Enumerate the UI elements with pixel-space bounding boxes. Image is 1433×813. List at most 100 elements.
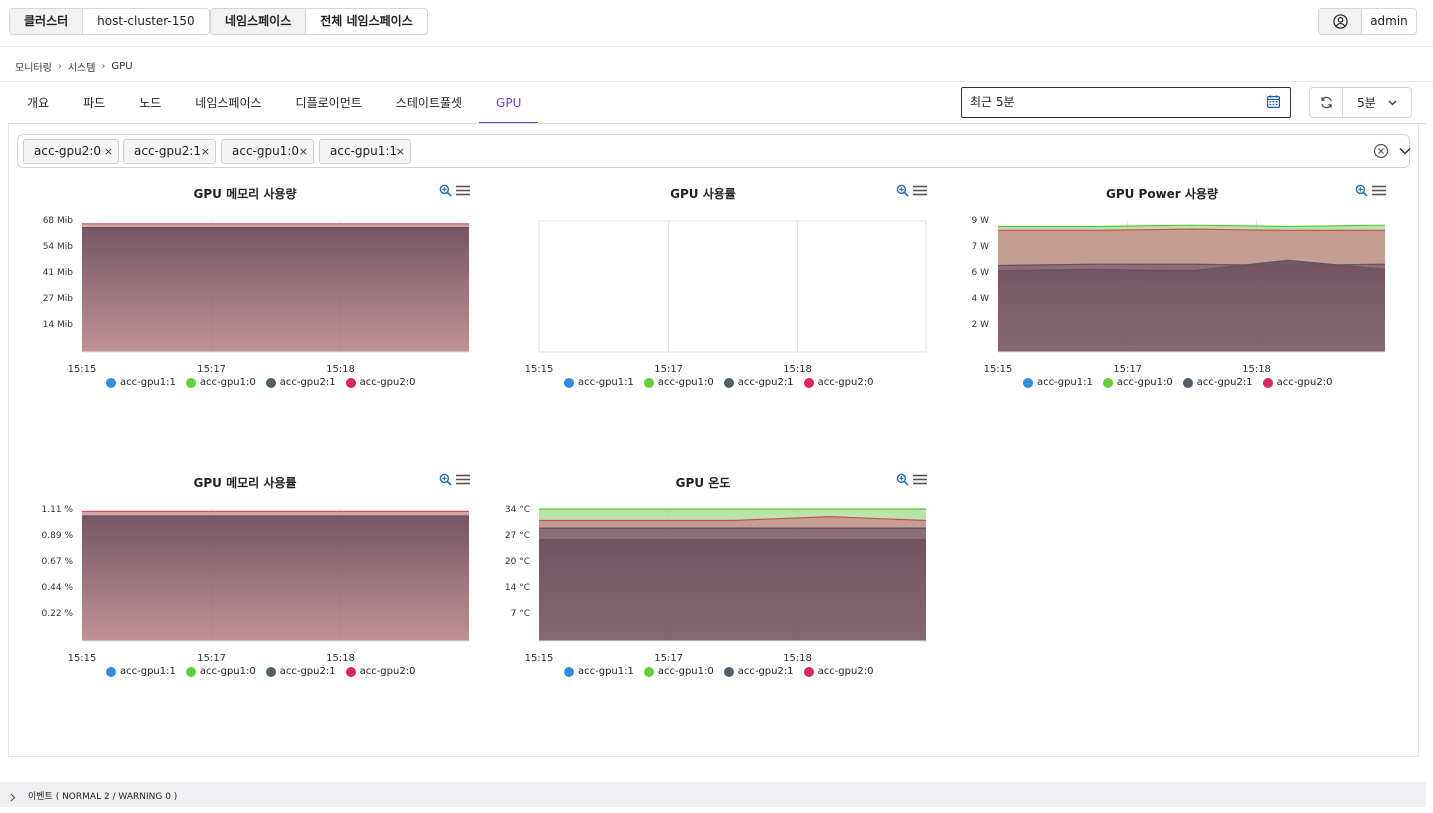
- legend-dot: [1102, 377, 1113, 388]
- legend-item[interactable]: acc-gpu2:0: [345, 377, 415, 388]
- tab-pod[interactable]: 파드: [66, 82, 122, 124]
- cluster-value[interactable]: host-cluster-150: [83, 9, 209, 34]
- legend-item[interactable]: acc-gpu2:1: [723, 377, 794, 388]
- legend-item[interactable]: acc-gpu2:0: [803, 666, 873, 677]
- x-tick-label: 15:15: [68, 364, 97, 375]
- legend-item[interactable]: acc-gpu1:1: [106, 666, 176, 677]
- y-tick-label: 0.67 %: [42, 557, 74, 567]
- legend-label: acc-gpu1:0: [199, 666, 256, 677]
- legend-label: acc-gpu2:1: [279, 666, 336, 677]
- user-name[interactable]: admin: [1362, 9, 1416, 34]
- x-tick-label: 15:15: [525, 653, 554, 664]
- legend-item[interactable]: acc-gpu1:0: [1102, 377, 1173, 388]
- gpu-filter-select[interactable]: acc-gpu2:0 × acc-gpu2:1 × acc-gpu1:0 × a…: [17, 134, 1412, 168]
- x-tick-label: 15:18: [783, 653, 812, 664]
- chart-legend: acc-gpu1:1 acc-gpu1:0 acc-gpu2:1 acc-gpu2:0: [564, 666, 873, 677]
- legend-item[interactable]: acc-gpu1:0: [643, 666, 714, 677]
- calendar-icon[interactable]: [1267, 95, 1280, 108]
- refresh-interval-value: 5분: [1357, 96, 1376, 110]
- legend-label: acc-gpu1:0: [1116, 377, 1173, 388]
- legend-item[interactable]: acc-gpu1:1: [106, 377, 176, 388]
- y-tick-label: 0.44 %: [42, 583, 74, 593]
- y-tick-label: 34 °C: [505, 505, 530, 515]
- x-tick-label: 15:17: [197, 364, 226, 375]
- cluster-selector[interactable]: 클러스터 host-cluster-150: [9, 8, 210, 35]
- legend-label: acc-gpu2:1: [279, 377, 336, 388]
- legend-item[interactable]: acc-gpu1:1: [564, 666, 634, 677]
- legend-item[interactable]: acc-gpu1:1: [1023, 377, 1093, 388]
- time-range-input[interactable]: 최근 5분: [961, 87, 1291, 118]
- legend-label: acc-gpu1:0: [199, 377, 256, 388]
- y-tick-label: 0.22 %: [42, 609, 74, 619]
- legend-dot: [265, 377, 276, 388]
- x-tick-label: 15:17: [197, 653, 226, 664]
- chevron-right-icon: ›: [57, 61, 62, 72]
- user-circle-icon[interactable]: [1319, 9, 1362, 34]
- legend-item[interactable]: acc-gpu2:0: [803, 377, 874, 388]
- legend-label: acc-gpu1:1: [1037, 377, 1093, 388]
- legend-dot: [803, 377, 814, 388]
- legend-dot: [265, 666, 276, 677]
- top-bar: 클러스터 host-cluster-150 네임스페이스 전체 네임스페이스 a…: [0, 0, 1433, 47]
- filter-chip-label: acc-gpu1:0: [232, 144, 300, 158]
- namespace-value[interactable]: 전체 네임스페이스: [306, 9, 427, 34]
- series-area: [82, 227, 469, 352]
- legend-item[interactable]: acc-gpu1:0: [643, 377, 714, 388]
- close-icon[interactable]: ×: [299, 140, 308, 163]
- legend-item[interactable]: acc-gpu1:0: [185, 666, 256, 677]
- tab-namespace[interactable]: 네임스페이스: [178, 82, 278, 124]
- legend-label: acc-gpu1:1: [120, 377, 176, 388]
- legend-item[interactable]: acc-gpu1:0: [185, 377, 256, 388]
- series-area: [82, 516, 469, 641]
- tab-statefulset[interactable]: 스테이트풀셋: [379, 82, 479, 124]
- legend-item[interactable]: acc-gpu2:1: [265, 377, 336, 388]
- chart-legend: acc-gpu1:1 acc-gpu1:0 acc-gpu2:1 acc-gpu2:0: [106, 377, 415, 388]
- chart-legend: acc-gpu1:1 acc-gpu1:0 acc-gpu2:1 acc-gpu2:0: [1023, 377, 1332, 388]
- legend-item[interactable]: acc-gpu1:1: [564, 377, 634, 388]
- chevron-down-icon[interactable]: [1398, 145, 1412, 157]
- x-tick-label: 15:15: [984, 364, 1013, 375]
- legend-label: acc-gpu2:1: [737, 377, 794, 388]
- y-tick-label: 6 W: [972, 268, 990, 278]
- namespace-selector[interactable]: 네임스페이스 전체 네임스페이스: [210, 8, 428, 35]
- close-icon[interactable]: ×: [396, 140, 405, 163]
- user-menu[interactable]: admin: [1318, 8, 1417, 35]
- legend-item[interactable]: acc-gpu2:0: [345, 666, 415, 677]
- breadcrumb-item[interactable]: 시스템: [68, 59, 96, 74]
- breadcrumb-item[interactable]: 모니터링: [15, 59, 52, 74]
- tab-overview[interactable]: 개요: [10, 82, 66, 124]
- series-area: [998, 260, 1385, 352]
- legend-label: acc-gpu2:0: [817, 377, 874, 388]
- legend-item[interactable]: acc-gpu2:1: [265, 666, 336, 677]
- tab-node[interactable]: 노드: [122, 82, 178, 124]
- legend-dot: [643, 377, 654, 388]
- y-tick-label: 27 Mib: [43, 294, 74, 304]
- y-tick-label: 14 °C: [505, 583, 530, 593]
- y-tick-label: 7 W: [972, 242, 990, 252]
- filter-chip: acc-gpu2:0 ×: [23, 139, 119, 164]
- clear-icon[interactable]: [1373, 143, 1389, 159]
- close-icon[interactable]: ×: [201, 140, 210, 163]
- legend-label: acc-gpu1:0: [657, 666, 714, 677]
- chart-gpu-power: GPU Power 사용량 15:15 15:17 15:18 9 W7 W6 W4 W…: [927, 178, 1397, 418]
- legend-item[interactable]: acc-gpu2:1: [1182, 377, 1253, 388]
- x-tick-label: 15:15: [525, 364, 554, 375]
- y-tick-label: 41 Mib: [43, 268, 74, 278]
- tab-deployment[interactable]: 디플로이먼트: [279, 82, 379, 124]
- chevron-right-icon[interactable]: [10, 793, 16, 802]
- close-icon[interactable]: ×: [104, 140, 113, 163]
- chart-gpu-utilization: GPU 사용률 15:15 15:17 15:18 acc-gpu1:1 acc-gpu1…: [468, 178, 938, 418]
- y-tick-label: 9 W: [972, 216, 990, 226]
- events-bar[interactable]: 이벤트 ( NORMAL 2 / WARNING 0 ): [0, 782, 1426, 807]
- refresh-interval-select[interactable]: 5분: [1343, 88, 1411, 117]
- legend-dot: [106, 666, 116, 677]
- x-tick-label: 15:18: [326, 364, 355, 375]
- tab-gpu[interactable]: GPU: [479, 82, 539, 124]
- legend-item[interactable]: acc-gpu2:0: [1262, 377, 1332, 388]
- legend-dot: [803, 666, 814, 677]
- chevron-right-icon: ›: [101, 61, 106, 72]
- refresh-button[interactable]: [1310, 88, 1343, 117]
- legend-item[interactable]: acc-gpu2:1: [723, 666, 794, 677]
- legend-label: acc-gpu2:1: [1196, 377, 1253, 388]
- legend-dot: [1023, 377, 1033, 388]
